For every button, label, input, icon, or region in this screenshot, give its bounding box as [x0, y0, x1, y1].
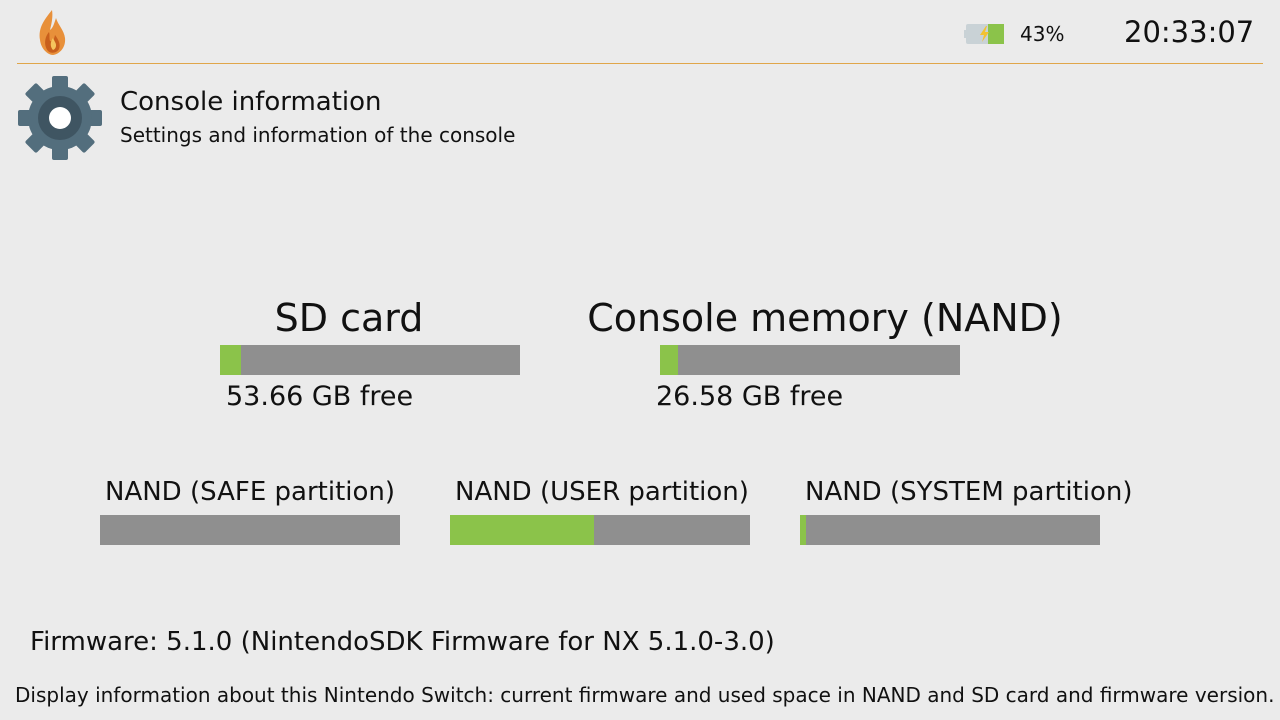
nand-free-text: 26.58 GB free	[656, 381, 844, 412]
system-partition-usage-fill	[800, 515, 806, 545]
page-title: Console information	[120, 87, 382, 117]
safe-partition-usage-bar	[100, 515, 400, 545]
system-partition-usage-bar	[800, 515, 1100, 545]
system-partition-title: NAND (SYSTEM partition)	[805, 477, 1133, 507]
battery-charging-icon	[964, 22, 1006, 46]
nand-usage-fill	[660, 345, 678, 375]
user-partition-usage-fill	[450, 515, 594, 545]
sd-card-free-text: 53.66 GB free	[226, 381, 414, 412]
battery-percent: 43%	[1020, 22, 1065, 46]
user-partition-title: NAND (USER partition)	[455, 477, 749, 507]
footer-description: Display information about this Nintendo …	[15, 683, 1275, 707]
safe-partition-title: NAND (SAFE partition)	[105, 477, 396, 507]
header-divider	[17, 63, 1263, 64]
nand-usage-bar	[660, 345, 960, 375]
page-subtitle: Settings and information of the console	[120, 123, 516, 147]
nand-title: Console memory (NAND)	[587, 296, 1063, 340]
sd-card-usage-fill	[220, 345, 241, 375]
flame-logo-icon	[36, 8, 68, 56]
user-partition-usage-bar	[450, 515, 750, 545]
firmware-info: Firmware: 5.1.0 (NintendoSDK Firmware fo…	[30, 627, 775, 657]
sd-card-usage-bar	[220, 345, 520, 375]
gear-icon	[16, 74, 104, 162]
sd-card-title: SD card	[274, 296, 424, 340]
clock: 20:33:07	[1124, 15, 1255, 49]
